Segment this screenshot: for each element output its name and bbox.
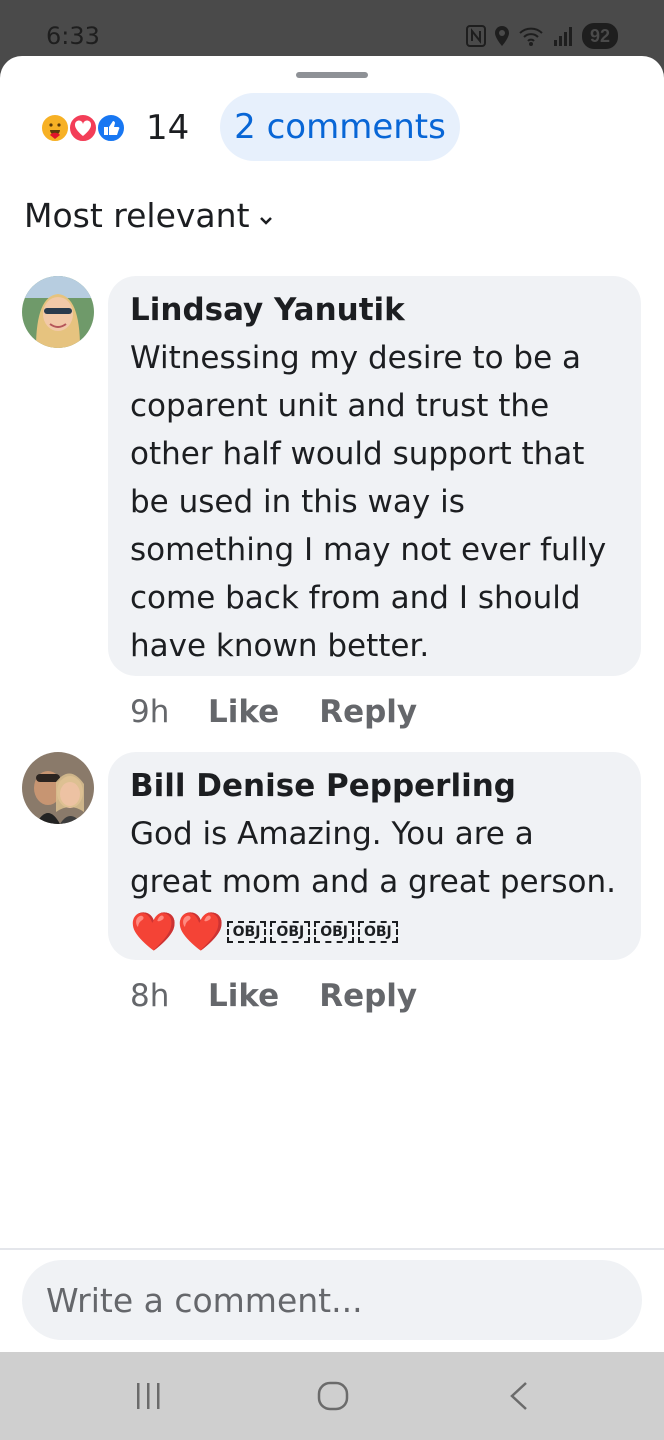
sort-dropdown[interactable]: Most relevant — [24, 196, 274, 235]
signal-icon — [552, 25, 574, 47]
like-button[interactable]: Like — [208, 694, 279, 730]
reactions-summary[interactable]: 14 — [40, 108, 189, 148]
care-reaction-icon — [40, 113, 70, 143]
comment-time: 8h — [130, 978, 170, 1014]
comment-input[interactable]: Write a comment... — [22, 1260, 642, 1340]
like-button[interactable]: Like — [208, 978, 279, 1014]
comment-text-body: God is Amazing. You are a great mom and … — [130, 816, 616, 900]
composer-divider — [0, 1248, 664, 1250]
recent-apps-icon[interactable] — [134, 1380, 164, 1417]
reaction-count: 14 — [146, 108, 190, 148]
obj-placeholder: OBJ — [226, 920, 267, 943]
back-icon[interactable] — [506, 1380, 534, 1417]
comments-sheet: 14 2 comments Most relevant Lindsay Yanu… — [0, 56, 664, 1352]
obj-placeholder: OBJ — [270, 920, 311, 943]
status-icons: 92 — [465, 22, 618, 50]
battery-icon: 92 — [581, 23, 618, 49]
comments-count-button[interactable]: 2 comments — [220, 93, 460, 161]
like-reaction-icon — [96, 113, 126, 143]
sort-label: Most relevant — [24, 196, 250, 235]
comment-bubble[interactable]: Lindsay Yanutik Witnessing my desire to … — [108, 276, 641, 676]
reaction-icons — [40, 110, 132, 146]
comment-text: Witnessing my desire to be a coparent un… — [130, 340, 607, 664]
love-reaction-icon — [68, 113, 98, 143]
comment-meta: 9h Like Reply — [130, 694, 457, 730]
avatar[interactable] — [22, 752, 94, 824]
obj-placeholder: OBJ — [314, 920, 354, 943]
comment-text: God is Amazing. You are a great mom and … — [130, 810, 619, 956]
status-bar: 6:33 92 — [0, 0, 664, 58]
comment-bubble[interactable]: Bill Denise Pepperling God is Amazing. Y… — [108, 752, 641, 960]
status-time: 6:33 — [46, 22, 100, 50]
comment-author[interactable]: Bill Denise Pepperling — [130, 766, 619, 806]
reply-button[interactable]: Reply — [319, 978, 417, 1014]
wifi-icon — [518, 25, 544, 47]
comment-meta: 8h Like Reply — [130, 978, 457, 1014]
system-nav-bar — [0, 1352, 664, 1440]
obj-placeholder: OBJ — [357, 920, 398, 943]
comment-author[interactable]: Lindsay Yanutik — [130, 290, 619, 330]
drag-handle[interactable] — [296, 72, 368, 78]
chevron-down-icon — [258, 196, 274, 235]
avatar[interactable] — [22, 276, 94, 348]
heart-emoji: ❤️❤️ — [130, 909, 225, 954]
location-icon — [494, 25, 510, 47]
reply-button[interactable]: Reply — [319, 694, 417, 730]
comment-time: 9h — [130, 694, 170, 730]
home-icon[interactable] — [316, 1380, 350, 1417]
nfc-icon — [465, 25, 486, 47]
